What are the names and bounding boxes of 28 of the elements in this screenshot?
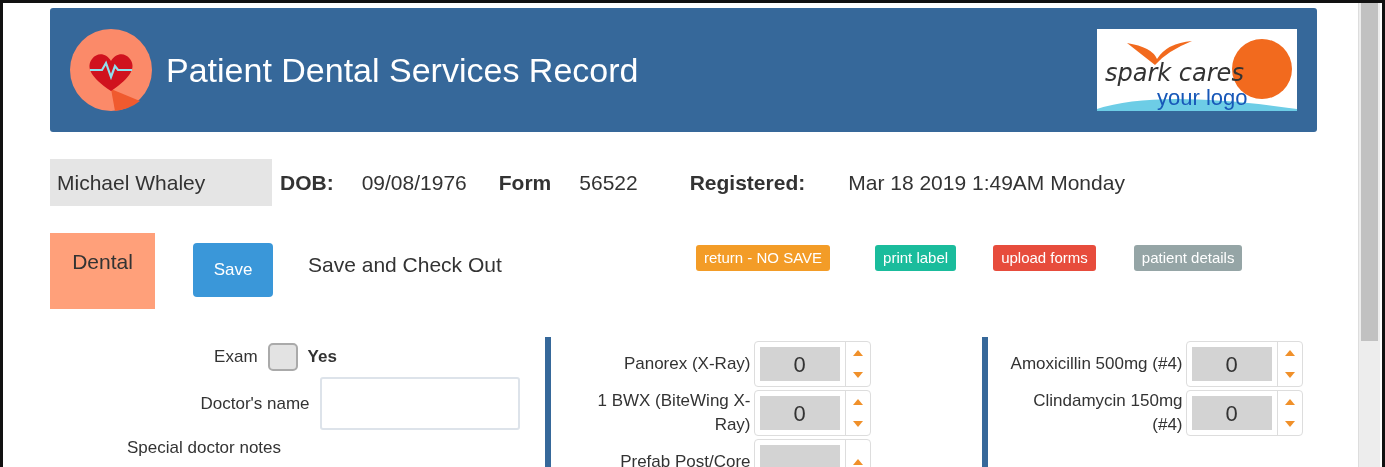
number-value[interactable]: 0	[1191, 347, 1272, 381]
action-button[interactable]: upload forms	[993, 245, 1096, 271]
number-spinner[interactable]: 0	[753, 341, 871, 387]
number-value[interactable]: 0	[1191, 396, 1272, 430]
field-label: Prefab Post/Core	[619, 451, 751, 467]
field-value: Mar 18 2019 1:49AM Monday	[848, 169, 1125, 196]
field-label: Exam	[214, 346, 258, 369]
number-spinner[interactable]: 0	[1185, 390, 1303, 436]
field-label: 1 BWX (BiteWing X-Ray)	[596, 390, 751, 436]
field-label: Form	[498, 169, 552, 196]
number-value[interactable]: 0	[759, 396, 840, 430]
field-value: 56522	[579, 169, 638, 196]
field-value: 09/08/1976	[361, 169, 467, 196]
number-value[interactable]: 0	[759, 347, 840, 381]
number-spinner[interactable]: 0	[753, 390, 871, 436]
page-title: Patient Dental Services Record	[166, 49, 640, 91]
section-label: Dental	[50, 233, 155, 309]
field-label: DOB:	[280, 169, 334, 196]
field-label: Panorex (X-Ray)	[622, 353, 751, 375]
checkbox-label: Yes	[307, 346, 338, 369]
field-label: Special doctor notes	[127, 437, 283, 459]
field-label: Amoxicillin 500mg (#4)	[1009, 353, 1183, 375]
field-label: Clindamycin 150mg (#4)	[1032, 390, 1183, 436]
number-spinner[interactable]: 0	[1185, 341, 1303, 387]
field-label: Registered:	[689, 169, 806, 196]
checkout-link[interactable]: Save and Check Out	[308, 249, 668, 281]
patient-name: Michael Whaley	[50, 159, 272, 206]
field-label: Doctor's name	[200, 392, 310, 415]
